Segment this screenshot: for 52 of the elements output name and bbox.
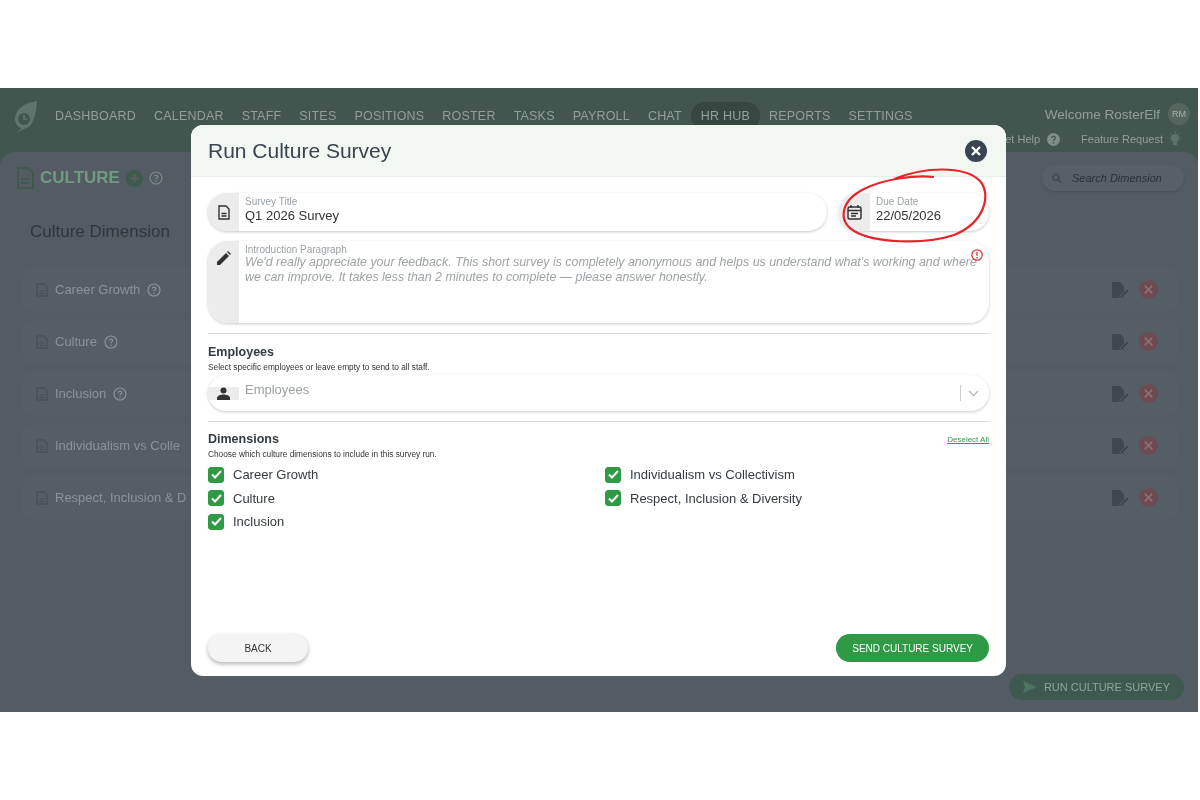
delete-icon[interactable] xyxy=(1139,488,1158,507)
checkbox-label: Inclusion xyxy=(233,514,285,530)
page-title: CULTURE xyxy=(40,168,120,188)
back-button[interactable]: BACK xyxy=(208,634,308,662)
delete-icon[interactable] xyxy=(1139,280,1158,299)
person-icon xyxy=(217,386,230,400)
lightbulb-icon xyxy=(1168,131,1182,147)
checkbox-label: Respect, Inclusion & Diversity xyxy=(630,490,802,506)
user-avatar[interactable]: RM xyxy=(1168,103,1190,125)
pencil-icon xyxy=(216,251,231,266)
delete-icon[interactable] xyxy=(1139,436,1158,455)
due-date-field[interactable]: Due Date 22/05/2026 xyxy=(839,193,989,231)
chevron-down-icon xyxy=(968,389,979,397)
survey-title-field[interactable]: Survey Title Q1 2026 Survey xyxy=(208,193,827,231)
checkbox[interactable] xyxy=(208,466,224,483)
checkbox[interactable] xyxy=(208,490,224,507)
field-label: Due Date xyxy=(876,196,920,207)
calendar-icon xyxy=(847,204,862,220)
help-icon[interactable] xyxy=(103,334,118,349)
section-heading: Employees xyxy=(208,345,275,359)
introduction-input[interactable]: We'd really appreciate your feedback. This short survey is completely anonymous and helps us understand what's working and where we can improve. It takes less than 2 minutes to complete — please answer honestly. xyxy=(245,255,983,323)
checkbox-label: Culture xyxy=(233,490,275,506)
help-icon[interactable] xyxy=(113,386,128,401)
help-icon[interactable] xyxy=(147,282,162,297)
section-hint: Choose which culture dimensions to include in this survey run. xyxy=(208,449,438,459)
dialog-title: Run Culture Survey xyxy=(208,138,392,163)
section-heading: Dimensions xyxy=(208,432,279,446)
run-survey-button[interactable]: RUN CULTURE SURVEY xyxy=(1008,674,1184,700)
field-label: Introduction Paragraph xyxy=(245,244,348,255)
delete-icon[interactable] xyxy=(1139,384,1158,403)
checkbox[interactable] xyxy=(208,513,224,530)
help-icon[interactable] xyxy=(148,171,163,185)
nav-tab[interactable]: DASHBOARD xyxy=(46,102,145,130)
send-icon xyxy=(1022,681,1037,693)
delete-icon[interactable] xyxy=(1139,332,1158,351)
introduction-field[interactable] xyxy=(208,241,989,323)
document-icon xyxy=(217,204,230,220)
search-icon xyxy=(1052,171,1062,185)
feature-request-link[interactable]: Feature Request xyxy=(1081,133,1163,145)
help-link[interactable]: et Help xyxy=(1005,133,1041,145)
welcome-text: Welcome RosterElf xyxy=(1044,106,1160,122)
checkbox-label: Career Growth xyxy=(233,467,319,483)
field-label: Survey Title xyxy=(245,196,299,207)
help-icon xyxy=(1047,132,1061,146)
section-hint: Select specific employees or leave empty to send to all staff. xyxy=(208,362,431,372)
deselect-all-link[interactable]: Deselect All xyxy=(947,434,989,444)
checkbox-label: Individualism vs Collectivism xyxy=(630,467,795,483)
checkbox[interactable] xyxy=(605,466,621,483)
checkbox[interactable] xyxy=(605,490,621,507)
close-icon[interactable] xyxy=(965,139,987,162)
send-survey-button[interactable]: SEND CULTURE SURVEY xyxy=(836,634,989,662)
employees-select[interactable]: Employees xyxy=(208,375,989,411)
